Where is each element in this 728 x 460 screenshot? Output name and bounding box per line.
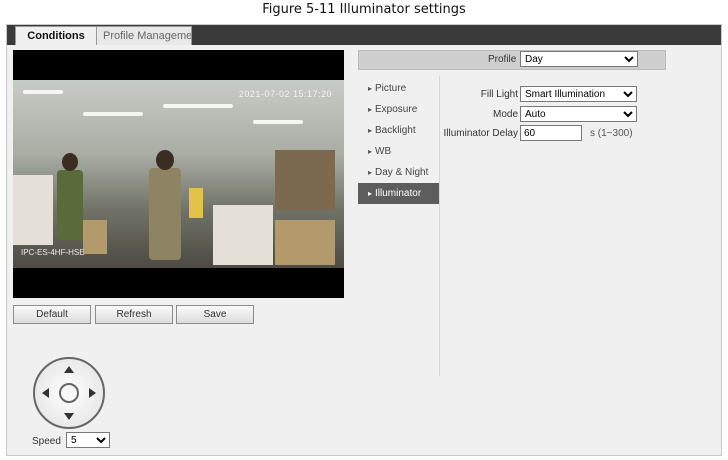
ptz-direction-pad: [33, 357, 105, 429]
refresh-button[interactable]: Refresh: [95, 305, 173, 324]
mode-label: Mode: [492, 109, 518, 120]
arrow-left-icon[interactable]: [42, 388, 49, 398]
ceiling-light: [163, 104, 233, 108]
tab-bar: Conditions Profile Management: [7, 25, 721, 45]
person-head: [62, 153, 78, 171]
ptz-center-button[interactable]: [59, 383, 79, 403]
ceiling-light: [23, 90, 63, 94]
yellow-bottle: [189, 188, 203, 218]
arrow-right-icon[interactable]: [89, 388, 96, 398]
figure-caption: Figure 5-11 Illuminator settings: [262, 2, 466, 17]
illuminator-delay-label: Illuminator Delay: [443, 128, 518, 139]
person: [57, 170, 83, 240]
profile-label: Profile: [488, 54, 517, 65]
fill-light-label: Fill Light: [480, 89, 518, 100]
person-head: [156, 150, 174, 170]
speed-select[interactable]: 12345678: [66, 432, 110, 448]
menu-item-illuminator[interactable]: Illuminator: [358, 183, 440, 204]
illuminator-delay-input[interactable]: [520, 125, 582, 141]
tab-conditions[interactable]: Conditions: [15, 26, 97, 45]
cabinet: [13, 175, 53, 245]
channel-label: IPC-ES-4HF-HSE: [21, 248, 85, 257]
live-video-view: IPC-ES-4HF-HSE 2021-07-02 15:17:20: [13, 50, 344, 298]
video-timestamp: 2021-07-02 15:17:20: [238, 89, 332, 99]
carton: [83, 220, 107, 254]
delay-range-hint: s (1~300): [590, 128, 633, 139]
menu-item-day-night[interactable]: Day & Night: [358, 162, 440, 183]
person: [149, 168, 181, 260]
save-button[interactable]: Save: [176, 305, 254, 324]
arrow-up-icon[interactable]: [64, 366, 74, 373]
menu-divider: [439, 76, 440, 376]
ceiling-light: [253, 120, 303, 124]
arrow-down-icon[interactable]: [64, 413, 74, 420]
fill-light-select[interactable]: Smart IlluminationIR ModeWhite Light: [520, 86, 637, 102]
profile-select[interactable]: DayNightNormal: [520, 51, 638, 67]
storage-boxes: [213, 205, 273, 265]
shelf: [275, 150, 335, 210]
tab-profile-management[interactable]: Profile Management: [96, 26, 192, 45]
default-button[interactable]: Default: [13, 305, 91, 324]
ceiling-light: [83, 112, 143, 116]
mode-select[interactable]: AutoManualOff: [520, 106, 637, 122]
speed-label: Speed: [32, 436, 61, 447]
carton: [275, 220, 335, 265]
video-scene: IPC-ES-4HF-HSE: [13, 80, 344, 268]
menu-item-wb[interactable]: WB: [358, 141, 440, 162]
